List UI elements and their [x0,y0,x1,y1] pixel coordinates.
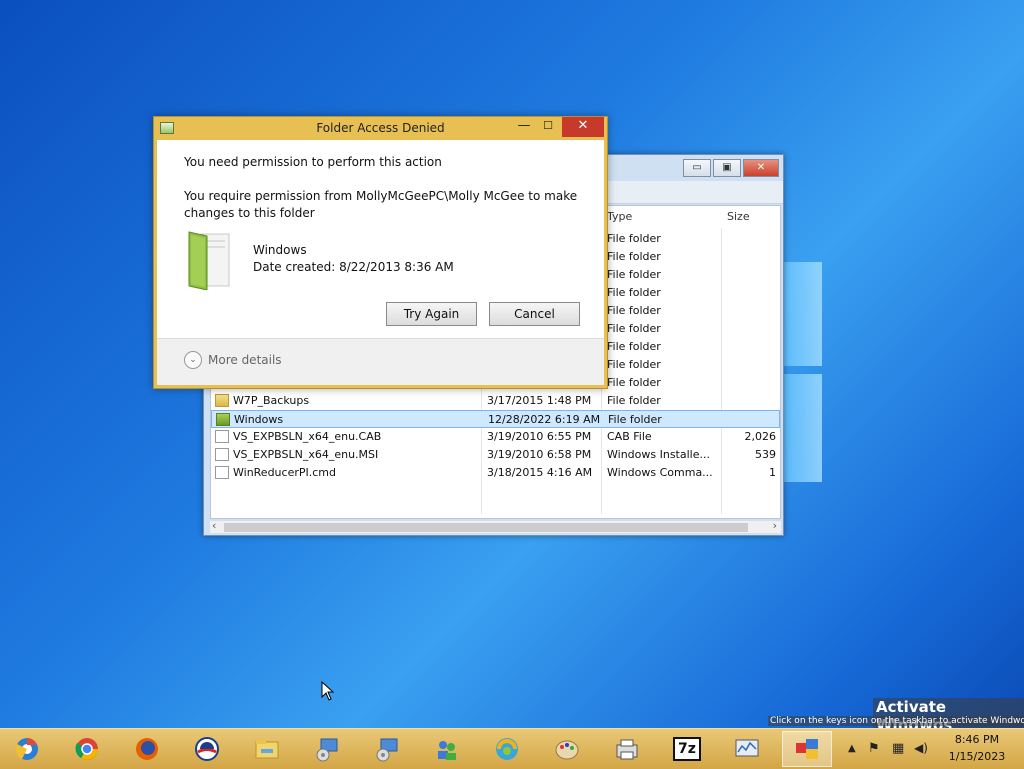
system-monitor-icon[interactable] [722,731,772,767]
dialog-footer: ⌄ More details [157,338,604,385]
scrollbar-thumb[interactable] [224,523,748,532]
swirl-app-icon[interactable] [482,731,532,767]
table-row[interactable]: WinReducerPI.cmd 3/18/2015 4:16 AM Windows… [211,464,780,482]
row-name: W7P_Backups [233,394,310,407]
dialog-heading: You need permission to perform this acti… [184,155,442,169]
table-row[interactable]: Windows 12/28/2022 6:19 AM File folder [211,410,780,428]
table-row[interactable]: W7P_Backups 3/17/2015 1:48 PM File folder [211,392,780,410]
row-name: VS_EXPBSLN_x64_enu.CAB [233,430,382,443]
column-header-size[interactable]: Size [727,206,750,228]
table-row[interactable]: VS_EXPBSLN_x64_enu.MSI 3/19/2010 6:58 PM W… [211,446,780,464]
printer-icon[interactable] [602,731,652,767]
explorer-window-controls: ▭ ▣ ✕ [683,159,779,177]
folder-access-denied-dialog[interactable]: Folder Access Denied — ☐ ✕ You need perm… [153,116,608,389]
explorer-close-button[interactable]: ✕ [743,159,779,177]
volume-icon[interactable]: ◀) [914,741,928,755]
row-size: 1 [769,466,776,479]
more-details-link[interactable]: More details [208,352,282,369]
try-again-button[interactable]: Try Again [386,302,477,326]
scroll-left-arrow[interactable]: ‹ [212,519,216,532]
explorer-minimize-button[interactable]: ▭ [683,159,711,177]
chrome-icon[interactable] [62,731,112,767]
row-date: 3/19/2010 6:58 PM [487,448,592,461]
chevron-down-icon[interactable]: ⌄ [184,351,202,369]
setup-wizard-2-icon[interactable] [362,731,412,767]
clock-date: 1/15/2023 [948,750,1006,763]
row-type: Windows Comma... [607,466,713,479]
dialog-maximize-button[interactable]: ☐ [538,117,558,137]
green-folder-icon [188,231,230,290]
row-type: File folder [607,304,661,317]
dialog-message-line2: changes to this folder [184,206,315,220]
desktop-windows-logo [782,262,822,482]
dialog-body: You need permission to perform this acti… [157,140,604,385]
row-date: 3/17/2015 1:48 PM [487,394,592,407]
network-icon[interactable]: ▦ [892,741,904,756]
activation-watermark-subtitle: Click on the keys icon on the taskbar to… [768,716,1024,726]
dialog-message-line1: You require permission from MollyMcGeePC… [184,189,578,203]
dialog-close-button[interactable]: ✕ [562,117,604,137]
row-size: 539 [755,448,776,461]
row-name: WinReducerPI.cmd [233,466,336,479]
setup-wizard-icon[interactable] [302,731,352,767]
row-type: File folder [607,358,661,371]
row-size: 2,026 [744,430,777,443]
chromium-icon[interactable] [2,731,52,767]
row-type: CAB File [607,430,652,443]
7zip-icon[interactable]: 7z [662,731,712,767]
item-name: Windows [253,243,307,257]
control-panel-icon[interactable] [782,731,832,767]
mouse-cursor-icon [321,681,335,701]
row-type: File folder [607,394,661,407]
column-header-type[interactable]: Type [607,206,632,228]
taskbar-clock[interactable]: 8:46 PM 1/15/2023 [942,731,1012,765]
firefox-icon[interactable] [122,731,172,767]
cancel-button[interactable]: Cancel [489,302,580,326]
item-date-created: Date created: 8/22/2013 8:36 AM [253,260,454,274]
clock-time: 8:46 PM [954,733,1000,746]
folder-icon [215,394,229,407]
row-name: VS_EXPBSLN_x64_enu.MSI [233,448,379,461]
cab-file-icon [215,430,229,443]
row-type: Windows Installe... [607,448,710,461]
row-name: Windows [234,413,284,426]
explorer-maximize-button[interactable]: ▣ [713,159,741,177]
row-type: File folder [607,268,661,281]
paint-icon[interactable] [542,731,592,767]
scroll-right-arrow[interactable]: › [773,519,777,532]
action-center-flag-icon[interactable]: ⚑ [868,741,880,756]
campaign-logo-icon[interactable] [182,731,232,767]
tray-overflow-arrow-icon[interactable]: ▲ [848,743,856,754]
7zip-label: 7z [673,737,701,761]
dialog-minimize-button[interactable]: — [514,117,534,137]
row-date: 12/28/2022 6:19 AM [488,413,601,426]
folder-icon [216,413,230,426]
row-type: File folder [607,376,661,389]
row-type: File folder [607,286,661,299]
row-type: File folder [607,250,661,263]
row-type: File folder [607,340,661,353]
horizontal-scrollbar[interactable]: ‹ › [210,519,781,533]
row-type: File folder [608,413,662,426]
installer-icon [215,448,229,461]
row-type: File folder [607,232,661,245]
row-date: 3/18/2015 4:16 AM [487,466,593,479]
file-explorer-icon[interactable] [242,731,292,767]
row-type: File folder [607,322,661,335]
row-date: 3/19/2010 6:55 PM [487,430,592,443]
taskbar: 7z ▲ ⚑ ▦ ◀) 8:46 PM 1/15/2023 [0,728,1024,769]
network-users-icon[interactable] [422,731,472,767]
cmd-file-icon [215,466,229,479]
table-row[interactable]: VS_EXPBSLN_x64_enu.CAB 3/19/2010 6:55 PM C… [211,428,780,446]
